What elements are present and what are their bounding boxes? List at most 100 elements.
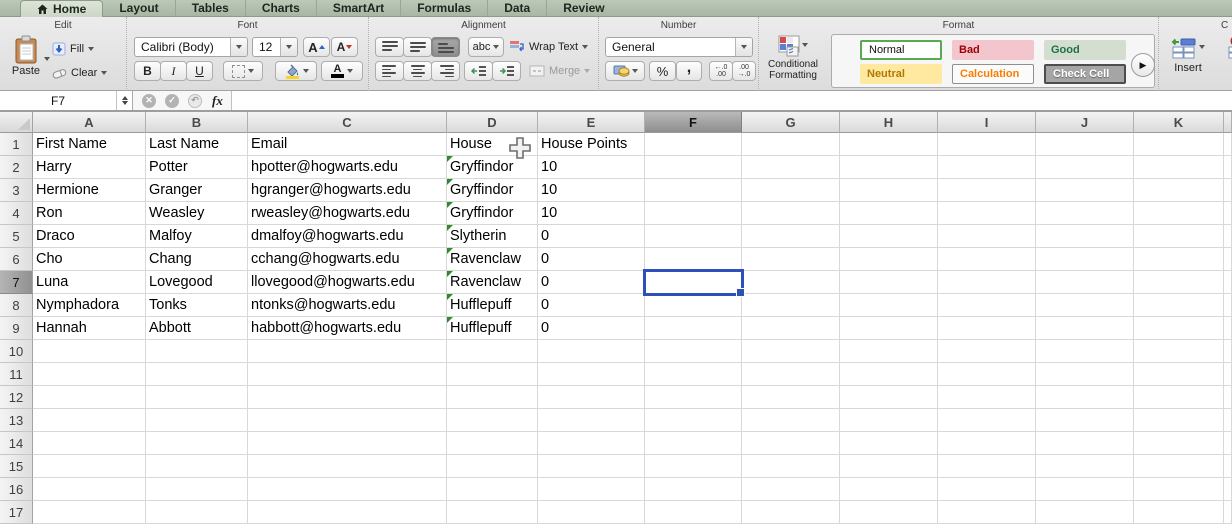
cell-J13[interactable]	[1036, 409, 1134, 432]
cell-J8[interactable]	[1036, 294, 1134, 317]
cell-J4[interactable]	[1036, 202, 1134, 225]
cell-F3[interactable]	[645, 179, 742, 202]
cell-C2[interactable]: hpotter@hogwarts.edu	[248, 156, 447, 179]
cell-E6[interactable]: 0	[538, 248, 645, 271]
row-header-10[interactable]: 10	[0, 340, 33, 363]
currency-format-button[interactable]	[605, 61, 645, 81]
cell-B8[interactable]: Tonks	[146, 294, 248, 317]
cell-A7[interactable]: Luna	[33, 271, 146, 294]
cell-I4[interactable]	[938, 202, 1036, 225]
row-header-1[interactable]: 1	[0, 133, 33, 156]
cell-I3[interactable]	[938, 179, 1036, 202]
cell-J14[interactable]	[1036, 432, 1134, 455]
cell-K14[interactable]	[1134, 432, 1224, 455]
cell-K13[interactable]	[1134, 409, 1224, 432]
cell-K2[interactable]	[1134, 156, 1224, 179]
cell-B9[interactable]: Abbott	[146, 317, 248, 340]
column-header-E[interactable]: E	[538, 112, 645, 133]
cell-D14[interactable]	[447, 432, 538, 455]
tab-data[interactable]: Data	[487, 0, 546, 16]
align-bottom-button[interactable]	[431, 37, 460, 57]
cell-A11[interactable]	[33, 363, 146, 386]
row-header-2[interactable]: 2	[0, 156, 33, 179]
cell-J15[interactable]	[1036, 455, 1134, 478]
style-normal[interactable]: Normal	[860, 40, 942, 60]
text-orientation-button[interactable]: abc	[468, 37, 504, 57]
cell-K17[interactable]	[1134, 501, 1224, 524]
font-family-dropdown[interactable]	[230, 38, 247, 56]
cell-sliver-15[interactable]	[1224, 455, 1232, 478]
row-header-14[interactable]: 14	[0, 432, 33, 455]
cell-J6[interactable]	[1036, 248, 1134, 271]
cell-F14[interactable]	[645, 432, 742, 455]
cell-B3[interactable]: Granger	[146, 179, 248, 202]
cell-J10[interactable]	[1036, 340, 1134, 363]
cell-A8[interactable]: Nymphadora	[33, 294, 146, 317]
cell-A4[interactable]: Ron	[33, 202, 146, 225]
style-calculation[interactable]: Calculation	[952, 64, 1034, 84]
undo-typing-button[interactable]: ↶	[188, 94, 202, 108]
cell-G11[interactable]	[742, 363, 840, 386]
cell-H14[interactable]	[840, 432, 938, 455]
bold-button[interactable]: B	[134, 61, 161, 81]
shrink-font-button[interactable]: A	[331, 37, 358, 57]
cell-A10[interactable]	[33, 340, 146, 363]
cell-E9[interactable]: 0	[538, 317, 645, 340]
cell-F2[interactable]	[645, 156, 742, 179]
column-header-sliver[interactable]	[1224, 112, 1232, 133]
cell-H15[interactable]	[840, 455, 938, 478]
cell-I8[interactable]	[938, 294, 1036, 317]
column-header-H[interactable]: H	[840, 112, 938, 133]
cell-J1[interactable]	[1036, 133, 1134, 156]
cell-E12[interactable]	[538, 386, 645, 409]
cell-A1[interactable]: First Name	[33, 133, 146, 156]
cell-C11[interactable]	[248, 363, 447, 386]
cell-B16[interactable]	[146, 478, 248, 501]
font-size-dropdown[interactable]	[280, 38, 297, 56]
cell-A13[interactable]	[33, 409, 146, 432]
cell-H2[interactable]	[840, 156, 938, 179]
cell-G17[interactable]	[742, 501, 840, 524]
cell-sliver-6[interactable]	[1224, 248, 1232, 271]
style-check-cell[interactable]: Check Cell	[1044, 64, 1126, 84]
cell-H3[interactable]	[840, 179, 938, 202]
cell-I10[interactable]	[938, 340, 1036, 363]
cell-G9[interactable]	[742, 317, 840, 340]
cell-E14[interactable]	[538, 432, 645, 455]
cell-F16[interactable]	[645, 478, 742, 501]
row-header-8[interactable]: 8	[0, 294, 33, 317]
name-box-stepper[interactable]	[117, 91, 133, 110]
cell-G2[interactable]	[742, 156, 840, 179]
cell-I11[interactable]	[938, 363, 1036, 386]
italic-button[interactable]: I	[160, 61, 187, 81]
cell-G13[interactable]	[742, 409, 840, 432]
cell-D10[interactable]	[447, 340, 538, 363]
cell-I5[interactable]	[938, 225, 1036, 248]
cell-E17[interactable]	[538, 501, 645, 524]
cell-J12[interactable]	[1036, 386, 1134, 409]
align-top-button[interactable]	[375, 37, 404, 57]
column-header-C[interactable]: C	[248, 112, 447, 133]
cell-G4[interactable]	[742, 202, 840, 225]
underline-button[interactable]: U	[186, 61, 213, 81]
cell-sliver-7[interactable]	[1224, 271, 1232, 294]
column-header-J[interactable]: J	[1036, 112, 1134, 133]
cell-J2[interactable]	[1036, 156, 1134, 179]
cell-G3[interactable]	[742, 179, 840, 202]
align-middle-button[interactable]	[403, 37, 432, 57]
cell-C17[interactable]	[248, 501, 447, 524]
cell-A12[interactable]	[33, 386, 146, 409]
cell-sliver-8[interactable]	[1224, 294, 1232, 317]
column-header-I[interactable]: I	[938, 112, 1036, 133]
column-header-A[interactable]: A	[33, 112, 146, 133]
cell-C13[interactable]	[248, 409, 447, 432]
cell-A15[interactable]	[33, 455, 146, 478]
cell-B2[interactable]: Potter	[146, 156, 248, 179]
cell-E16[interactable]	[538, 478, 645, 501]
select-all-corner[interactable]	[0, 112, 33, 133]
tab-charts[interactable]: Charts	[245, 0, 316, 16]
cell-F12[interactable]	[645, 386, 742, 409]
cell-sliver-1[interactable]	[1224, 133, 1232, 156]
cell-sliver-13[interactable]	[1224, 409, 1232, 432]
column-header-D[interactable]: D	[447, 112, 538, 133]
